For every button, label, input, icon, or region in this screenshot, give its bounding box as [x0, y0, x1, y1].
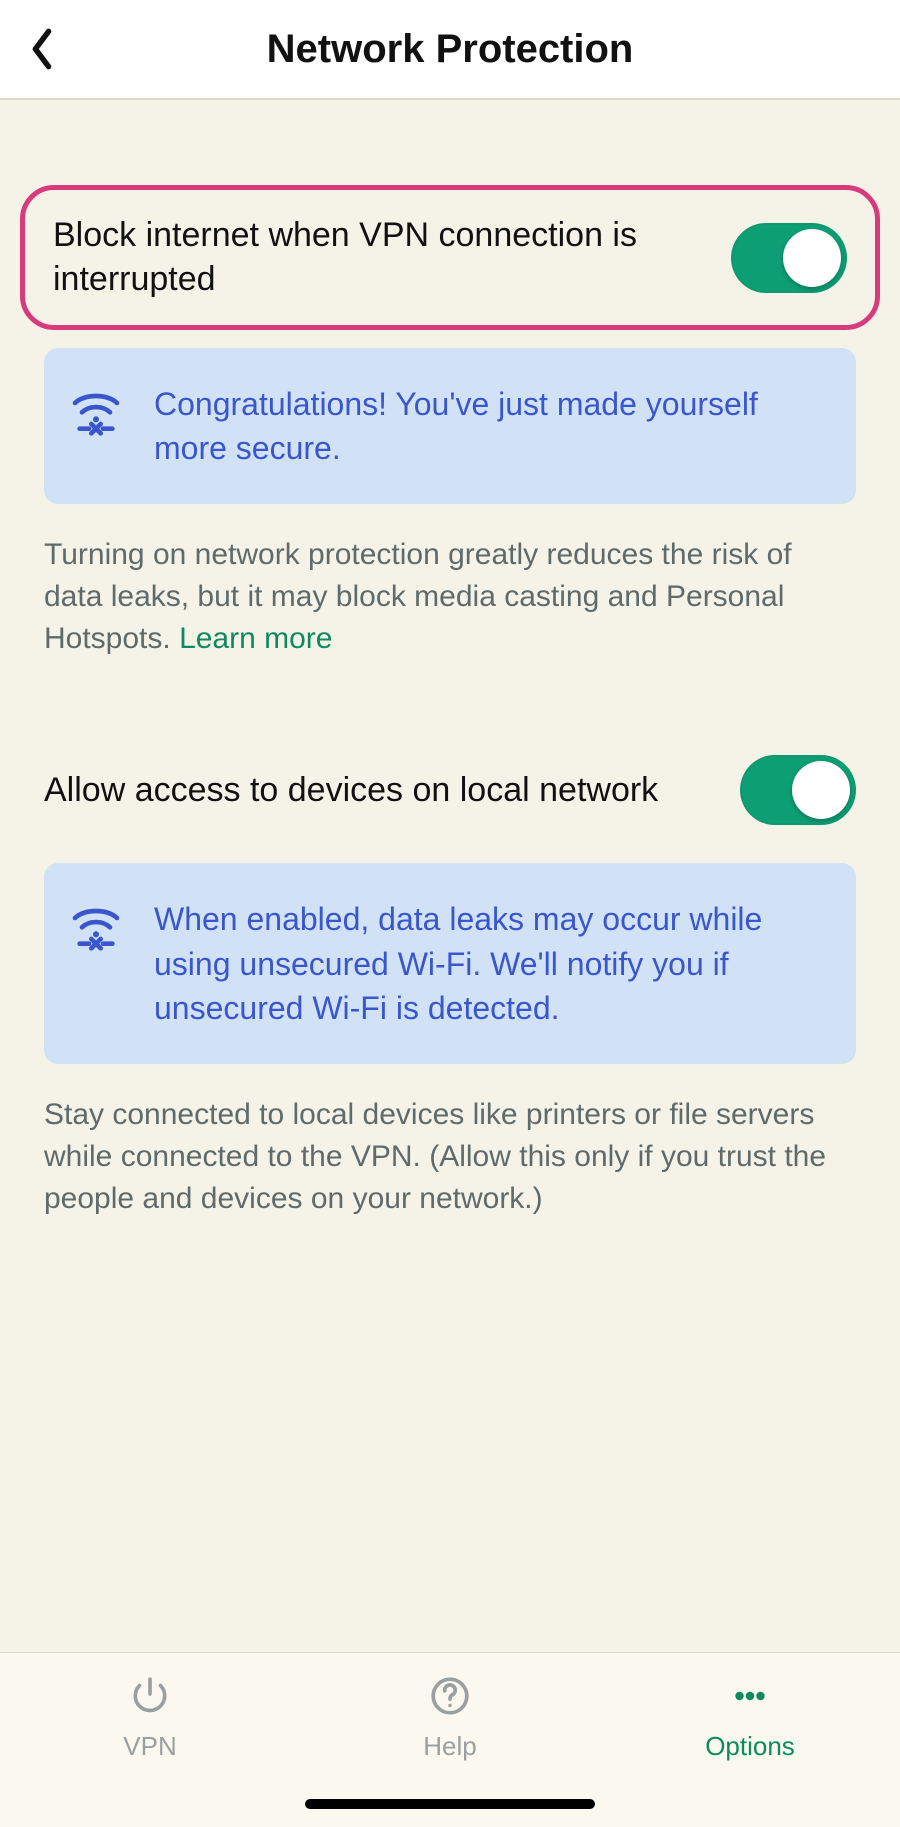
wifi-blocked-icon [68, 897, 124, 953]
content: Block internet when VPN connection is in… [0, 100, 900, 1652]
toggle-knob [792, 761, 850, 819]
toggle-block-internet[interactable] [731, 223, 847, 293]
tab-options-label: Options [705, 1731, 795, 1762]
info-text-block-internet: Congratulations! You've just made yourse… [154, 382, 824, 470]
description-block-internet-text: Turning on network protection greatly re… [44, 538, 792, 655]
learn-more-link[interactable]: Learn more [179, 622, 332, 655]
more-dots-icon [729, 1675, 771, 1717]
setting-block-internet-label: Block internet when VPN connection is in… [53, 214, 711, 301]
tab-help[interactable]: Help [300, 1675, 600, 1762]
power-icon [129, 1675, 171, 1717]
tab-options[interactable]: Options [600, 1675, 900, 1762]
chevron-left-icon [27, 27, 57, 71]
toggle-local-network[interactable] [740, 755, 856, 825]
home-indicator[interactable] [305, 1799, 595, 1809]
page-title: Network Protection [267, 27, 634, 72]
header: Network Protection [0, 0, 900, 100]
toggle-knob [783, 229, 841, 287]
setting-block-internet: Block internet when VPN connection is in… [20, 185, 880, 330]
setting-local-network: Allow access to devices on local network [20, 755, 880, 825]
tab-vpn-label: VPN [123, 1731, 176, 1762]
setting-local-network-label: Allow access to devices on local network [44, 769, 720, 813]
description-local-network: Stay connected to local devices like pri… [44, 1094, 856, 1220]
help-icon [429, 1675, 471, 1717]
info-box-block-internet: Congratulations! You've just made yourse… [44, 348, 856, 504]
back-button[interactable] [18, 25, 66, 73]
description-block-internet: Turning on network protection greatly re… [44, 534, 856, 660]
tab-help-label: Help [423, 1731, 476, 1762]
info-text-local-network: When enabled, data leaks may occur while… [154, 897, 824, 1029]
info-box-local-network: When enabled, data leaks may occur while… [44, 863, 856, 1063]
tab-vpn[interactable]: VPN [0, 1675, 300, 1762]
wifi-blocked-icon [68, 382, 124, 438]
